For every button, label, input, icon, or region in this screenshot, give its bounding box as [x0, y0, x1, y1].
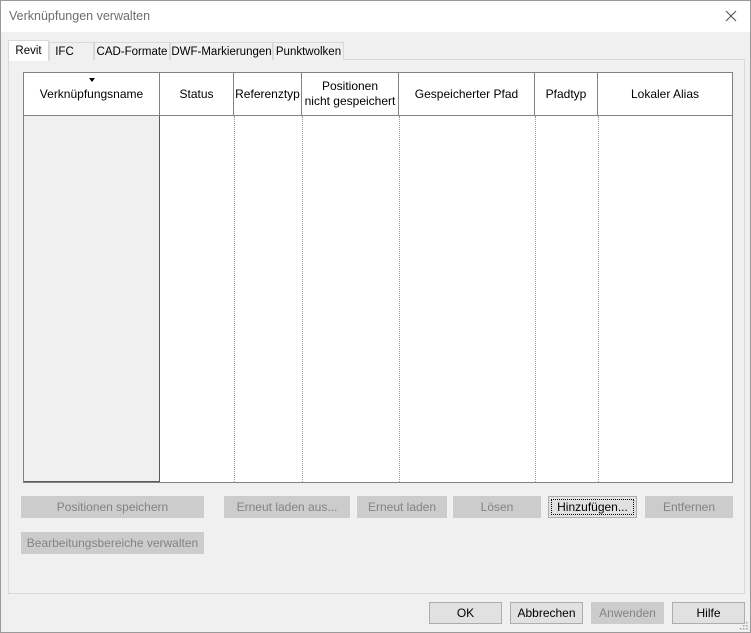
- row-header-column: [24, 116, 160, 482]
- remove-button[interactable]: Entfernen: [645, 496, 733, 518]
- column-header-label: Positionen nicht gespeichert: [305, 79, 396, 109]
- column-header-status[interactable]: Status: [160, 73, 234, 116]
- add-button[interactable]: Hinzufügen...: [548, 496, 637, 518]
- reload-from-button[interactable]: Erneut laden aus...: [224, 496, 350, 518]
- dialog-title: Verknüpfungen verwalten: [9, 9, 151, 23]
- tab-label: IFC: [55, 45, 74, 58]
- unload-button[interactable]: Lösen: [453, 496, 541, 518]
- button-label: OK: [456, 606, 475, 620]
- column-header-label-line2: nicht gespeichert: [304, 94, 396, 108]
- manage-worksets-button[interactable]: Bearbeitungsbereiche verwalten: [21, 532, 204, 554]
- column-header-label: Status: [179, 86, 214, 101]
- tab-dwf-markups[interactable]: DWF-Markierungen: [170, 42, 273, 60]
- sort-descending-icon: [89, 78, 95, 82]
- button-label: Abbrechen: [517, 606, 576, 620]
- column-header-local-alias[interactable]: Lokaler Alias: [598, 73, 732, 116]
- help-button[interactable]: Hilfe: [672, 602, 745, 624]
- ok-button[interactable]: OK: [429, 602, 502, 624]
- button-label: Erneut laden aus...: [236, 500, 338, 514]
- close-icon: [725, 10, 737, 22]
- column-header-label-line1: Positionen: [321, 79, 379, 93]
- column-header-label: Pfadtyp: [545, 86, 587, 101]
- column-divider: [399, 116, 400, 482]
- tab-label: Punktwolken: [275, 45, 342, 58]
- reload-button[interactable]: Erneut laden: [357, 496, 447, 518]
- column-header-link-name[interactable]: Verknüpfungsname: [24, 73, 160, 116]
- links-table[interactable]: Verknüpfungsname Status Referenztyp Posi…: [23, 72, 733, 483]
- column-divider: [598, 116, 599, 482]
- button-label: Anwenden: [599, 606, 656, 620]
- cancel-button[interactable]: Abbrechen: [510, 602, 583, 624]
- close-button[interactable]: [713, 1, 749, 31]
- button-label: Erneut laden: [367, 500, 437, 514]
- button-label: Bearbeitungsbereiche verwalten: [26, 536, 199, 550]
- tab-label: Revit: [15, 45, 42, 57]
- button-label: Lösen: [480, 500, 514, 514]
- tab-cad-formats[interactable]: CAD-Formate: [94, 42, 170, 60]
- column-header-reference-type[interactable]: Referenztyp: [234, 73, 302, 116]
- tab-label: CAD-Formate: [96, 45, 168, 58]
- button-label: Entfernen: [662, 500, 716, 514]
- apply-button[interactable]: Anwenden: [591, 602, 664, 624]
- column-divider: [535, 116, 536, 482]
- column-header-label: Gespeicherter Pfad: [414, 86, 519, 101]
- tab-ifc[interactable]: IFC: [49, 42, 94, 60]
- column-header-label: Lokaler Alias: [630, 86, 700, 101]
- column-header-path-type[interactable]: Pfadtyp: [535, 73, 598, 116]
- column-header-positions-not-saved[interactable]: Positionen nicht gespeichert: [302, 73, 399, 116]
- column-header-label: Referenztyp: [235, 86, 300, 101]
- tab-label: DWF-Markierungen: [171, 45, 272, 58]
- resize-grip-icon[interactable]: [738, 620, 748, 630]
- title-bar: Verknüpfungen verwalten: [1, 1, 750, 32]
- button-label: Hinzufügen...: [557, 500, 628, 514]
- tab-revit[interactable]: Revit: [8, 40, 49, 61]
- column-header-saved-path[interactable]: Gespeicherter Pfad: [399, 73, 535, 116]
- column-divider: [234, 116, 235, 482]
- manage-links-dialog: Verknüpfungen verwalten Revit IFC CAD-Fo…: [0, 0, 751, 633]
- button-label: Positionen speichern: [56, 500, 169, 514]
- button-label: Hilfe: [696, 606, 721, 620]
- save-positions-button[interactable]: Positionen speichern: [21, 496, 204, 518]
- column-header-label: Verknüpfungsname: [39, 86, 144, 101]
- tab-point-clouds[interactable]: Punktwolken: [273, 42, 344, 60]
- column-divider: [302, 116, 303, 482]
